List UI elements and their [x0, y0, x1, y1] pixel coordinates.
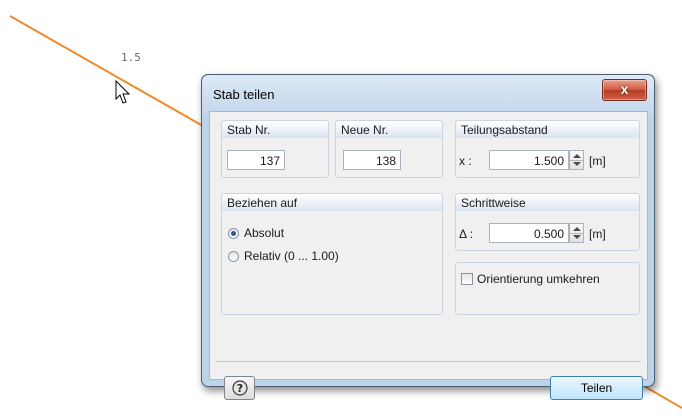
dimension-label: 1.5: [121, 51, 141, 64]
x-label: x :: [459, 154, 472, 168]
schrittweise-spinner[interactable]: [569, 223, 584, 243]
group-orientierung: Orientierung umkehren: [455, 262, 640, 315]
stab-nr-field[interactable]: 137: [227, 150, 285, 170]
spin-up-icon[interactable]: [573, 227, 581, 231]
help-icon: ?: [232, 380, 248, 396]
dialog-client: Stab Nr. 137 Neue Nr. 138 Teilungsabstan…: [209, 111, 648, 400]
delta-label: Δ :: [459, 227, 474, 241]
teilungsabstand-unit: [m]: [589, 154, 606, 168]
radio-absolut[interactable]: [228, 228, 239, 239]
separator: [216, 361, 641, 362]
spin-down-icon[interactable]: [573, 235, 581, 239]
member-line: [9, 15, 211, 131]
group-teilungsabstand: Teilungsabstand x : 1.500 [m]: [455, 120, 640, 178]
teilungsabstand-field[interactable]: 1.500: [489, 150, 569, 170]
close-icon: x: [620, 81, 629, 97]
radio-absolut-label[interactable]: Absolut: [244, 226, 284, 240]
dialog-title: Stab teilen: [213, 87, 275, 102]
radio-relativ[interactable]: [228, 251, 239, 262]
orientierung-label[interactable]: Orientierung umkehren: [477, 272, 600, 286]
spin-down-icon[interactable]: [573, 162, 581, 166]
orientierung-checkbox[interactable]: [461, 273, 473, 285]
mouse-pointer-icon: [115, 80, 131, 104]
neue-nr-field[interactable]: 138: [343, 150, 401, 170]
dialog-titlebar[interactable]: Stab teilen x: [202, 75, 654, 115]
split-member-dialog: Stab teilen x Stab Nr. 137 Neue Nr. 138 …: [201, 74, 655, 400]
teilungsabstand-label: Teilungsabstand: [461, 123, 548, 137]
help-button[interactable]: ?: [224, 376, 255, 400]
spin-up-icon[interactable]: [573, 154, 581, 158]
group-beziehen-auf: Beziehen auf Absolut Relativ (0 ... 1.00…: [221, 193, 443, 315]
group-schrittweise: Schrittweise Δ : 0.500 [m]: [455, 193, 640, 251]
close-button[interactable]: x: [602, 79, 647, 101]
svg-text:?: ?: [237, 382, 243, 395]
beziehen-auf-label: Beziehen auf: [227, 196, 298, 210]
group-stab-nr: Stab Nr. 137: [221, 120, 329, 178]
schrittweise-label: Schrittweise: [461, 196, 526, 210]
radio-relativ-label[interactable]: Relativ (0 ... 1.00): [244, 249, 339, 263]
teilungsabstand-spinner[interactable]: [569, 150, 584, 170]
stab-nr-label: Stab Nr.: [227, 123, 271, 137]
teilen-button[interactable]: Teilen: [550, 376, 643, 400]
schrittweise-unit: [m]: [589, 227, 606, 241]
schrittweise-field[interactable]: 0.500: [489, 223, 569, 243]
neue-nr-label: Neue Nr.: [341, 123, 389, 137]
group-neue-nr: Neue Nr. 138: [335, 120, 443, 178]
